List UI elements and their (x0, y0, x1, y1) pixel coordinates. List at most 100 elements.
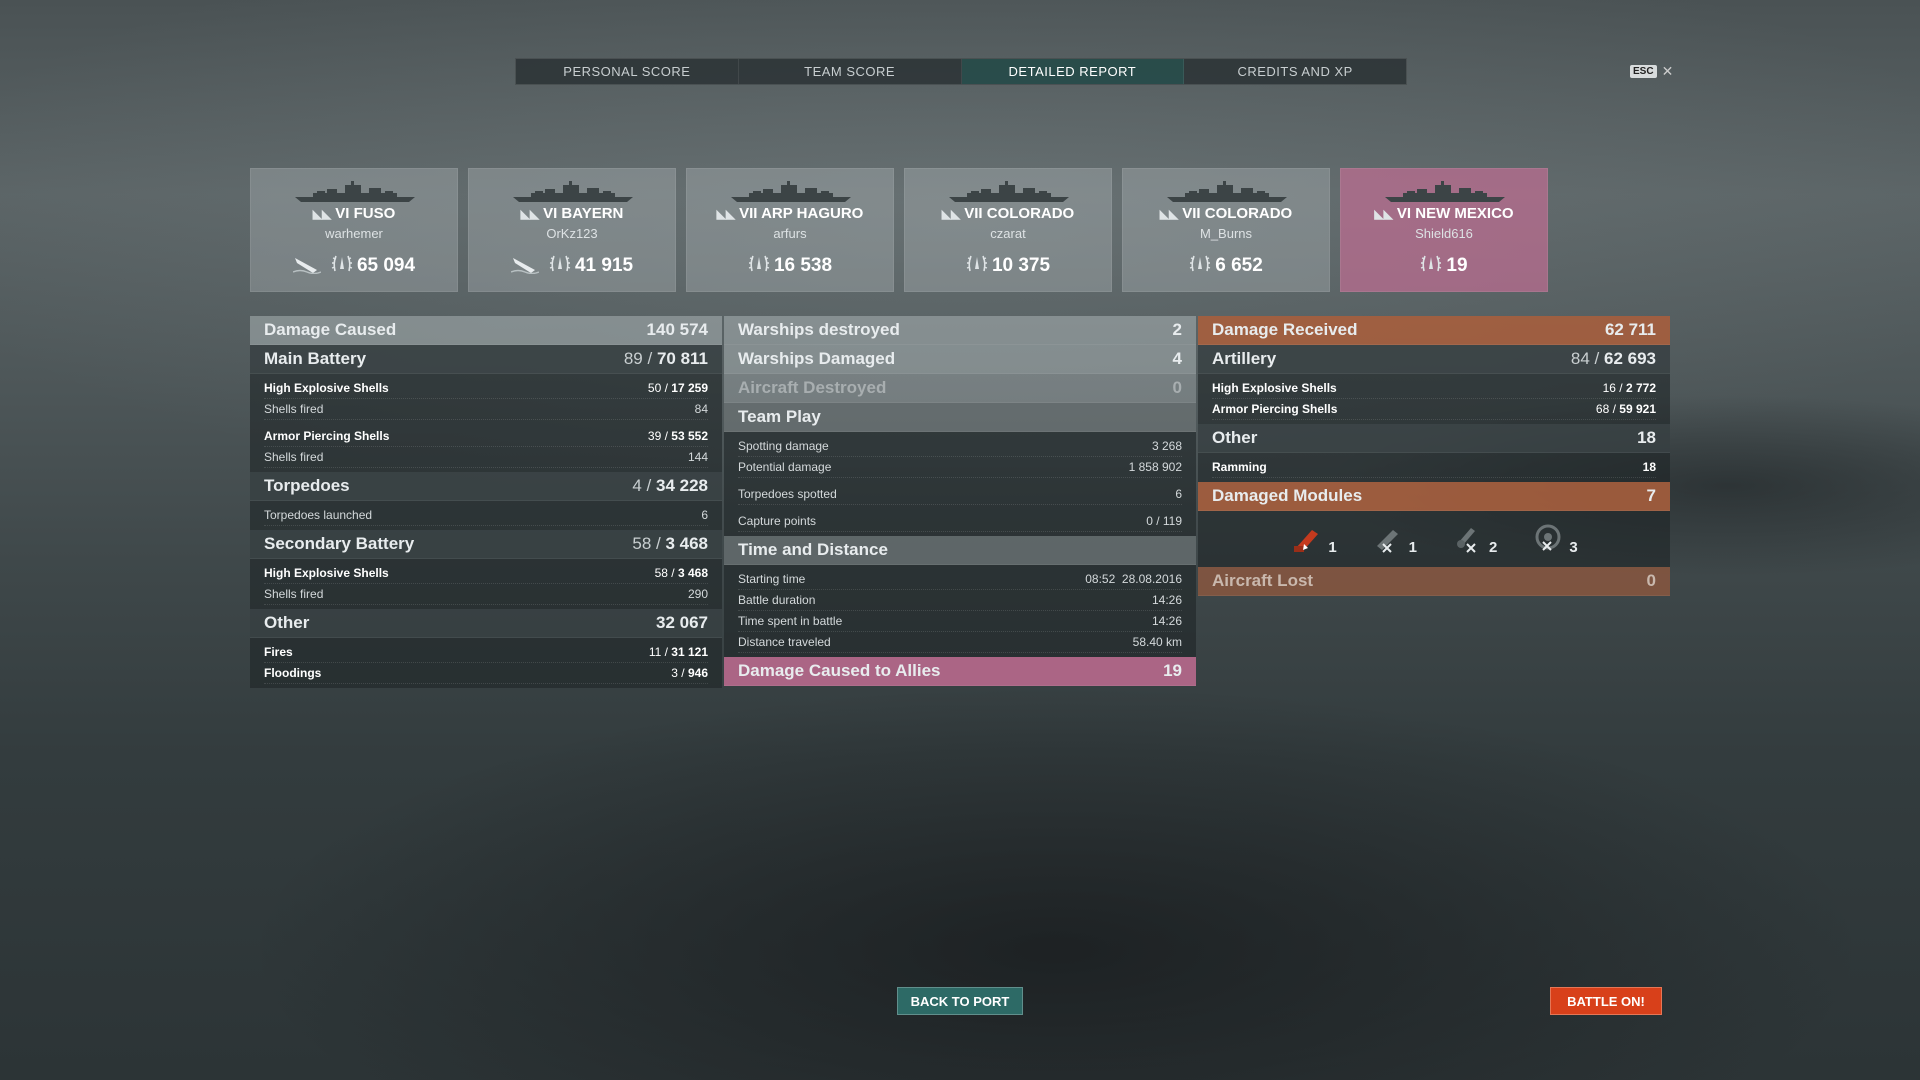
ship-class-icon: ◣◣ (520, 207, 540, 221)
ship-damage-value: 6 652 (1215, 255, 1263, 276)
module-item-aa: 2 (1451, 522, 1497, 556)
damage-caused-panel: Damage Caused 140 574 Main Battery 89 / … (250, 316, 722, 688)
ship-damage-value: 65 094 (356, 255, 416, 276)
ship-damage: 65 094 (331, 253, 415, 279)
module-item-secondary: 1 (1371, 522, 1417, 556)
ship-tier: VII (964, 205, 983, 222)
artillery-header: Artillery 84 / 62 693 (1198, 345, 1670, 374)
tab-credits-and-xp[interactable]: CREDITS AND XP (1184, 59, 1406, 84)
ship-card[interactable]: ◣◣ VII COLORADO M_Burns 6 652 (1122, 168, 1330, 292)
secondary-fired-row: Shells fired 290 (264, 584, 708, 605)
ap-fired-row: Shells fired 144 (264, 447, 708, 468)
ship-name: COLORADO (1204, 205, 1293, 222)
ship-sunk-icon (292, 254, 322, 279)
damage-wreath-icon (331, 253, 353, 279)
module-item-torpedo: 3 (1531, 522, 1578, 556)
received-he-row: High Explosive Shells 16 / 2 772 (1212, 378, 1656, 399)
aircraft-lost-header: Aircraft Lost 0 (1198, 567, 1670, 596)
damage-received-header: Damage Received 62 711 (1198, 316, 1670, 345)
ap-shells-row: Armor Piercing Shells 39 / 53 552 (264, 426, 708, 447)
secondary-rows: High Explosive Shells 58 / 3 468 Shells f… (250, 559, 722, 609)
ship-title: ◣◣ VI FUSO (251, 205, 457, 222)
player-name: OrKz123 (546, 226, 598, 241)
ship-damage: 41 915 (549, 253, 633, 279)
close-icon: ✕ (1661, 63, 1674, 79)
artillery-rows: High Explosive Shells 16 / 2 772 Armor Pi… (1198, 374, 1670, 424)
damaged-modules-list: 1 1 2 3 (1198, 511, 1670, 567)
ship-sunk-icon (510, 254, 540, 279)
ship-damage: 19 (1420, 253, 1468, 279)
other-rows: Fires 11 / 31 121 Floodings 3 / 946 (250, 638, 722, 688)
ship-card[interactable]: ◣◣ VI BAYERN OrKz123 41 915 (468, 168, 676, 292)
ship-tier: VII (1182, 205, 1201, 222)
ship-title: ◣◣ VII ARP HAGURO (687, 205, 893, 222)
tab-personal-score[interactable]: PERSONAL SCORE (516, 59, 739, 84)
capture-points-row: Capture points 0 / 119 (738, 511, 1182, 532)
ship-damage-row: 6 652 (1123, 253, 1329, 279)
starting-time-row: Starting time 08:52 28.08.2016 (738, 569, 1182, 590)
team-play-rows: Spotting damage 3 268 Potential damage 1 8… (724, 432, 1196, 536)
ship-name: FUSO (353, 205, 396, 222)
he-shells-row: High Explosive Shells 50 / 17 259 (264, 378, 708, 399)
damage-wreath-icon (748, 253, 770, 279)
esc-key-label: ESC (1630, 65, 1657, 78)
ship-card[interactable]: ◣◣ VII COLORADO czarat 10 375 (904, 168, 1112, 292)
module-item-guns: 1 (1290, 522, 1337, 556)
ship-name: COLORADO (986, 205, 1075, 222)
ship-card[interactable]: ◣◣ VII ARP HAGURO arfurs 16 538 (686, 168, 894, 292)
ship-card[interactable]: ◣◣ VI FUSO warhemer 65 094 (250, 168, 458, 292)
ship-damage-row: 65 094 (251, 253, 457, 279)
fires-row: Fires 11 / 31 121 (264, 642, 708, 663)
time-distance-header: Time and Distance (724, 536, 1196, 565)
damage-caused-value: 140 574 (646, 320, 708, 339)
ship-title: ◣◣ VII COLORADO (1123, 205, 1329, 222)
time-spent-row: Time spent in battle 14:26 (738, 611, 1182, 632)
ship-damage-row: 41 915 (469, 253, 675, 279)
ship-tier: VI (335, 205, 350, 222)
potential-damage-row: Potential damage 1 858 902 (738, 457, 1182, 478)
other-header: Other 32 067 (250, 609, 722, 638)
damage-wreath-icon (966, 253, 988, 279)
torpedoes-launched-row: Torpedoes launched 6 (264, 505, 708, 526)
damage-received-panel: Damage Received 62 711 Artillery 84 / 62 … (1198, 316, 1670, 596)
damage-to-allies-header: Damage Caused to Allies 19 (724, 657, 1196, 686)
combat-stats-panel: Warships destroyed 2 Warships Damaged 4 Ai… (724, 316, 1196, 686)
ship-damage-value: 41 915 (574, 255, 634, 276)
ship-tier: VI (1396, 205, 1412, 222)
main-battery-rows: High Explosive Shells 50 / 17 259 Shells … (250, 374, 722, 472)
ship-damage-row: 19 (1341, 253, 1547, 279)
spotting-damage-row: Spotting damage 3 268 (738, 436, 1182, 457)
torpedo-tube-damaged-icon (1535, 524, 1561, 551)
ship-damage-value: 19 (1446, 255, 1468, 276)
back-to-port-button[interactable]: BACK TO PORT (897, 987, 1023, 1015)
ship-title: ◣◣ VI BAYERN (469, 205, 675, 222)
player-name: warhemer (325, 226, 383, 241)
ship-damage-value: 16 538 (773, 255, 833, 276)
ship-name: NEW MEXICO (1415, 205, 1514, 222)
player-name: Shield616 (1415, 226, 1473, 241)
warships-destroyed-header: Warships destroyed 2 (724, 316, 1196, 345)
tab-team-score[interactable]: TEAM SCORE (739, 59, 962, 84)
player-name: M_Burns (1199, 226, 1253, 241)
secondary-gun-damaged-icon (1376, 530, 1398, 553)
he-fired-row: Shells fired 84 (264, 399, 708, 420)
aa-gun-damaged-icon (1457, 528, 1476, 553)
ship-class-icon: ◣◣ (312, 207, 332, 221)
damage-wreath-icon (549, 253, 571, 279)
ship-class-icon: ◣◣ (1159, 207, 1179, 221)
esc-close-button[interactable]: ESC ✕ (1630, 63, 1673, 80)
main-gun-damaged-icon (1294, 530, 1319, 552)
ship-class-icon: ◣◣ (941, 207, 961, 221)
floodings-row: Floodings 3 / 946 (264, 663, 708, 684)
ship-damage-row: 16 538 (687, 253, 893, 279)
ship-title: ◣◣ VII COLORADO (905, 205, 1111, 222)
time-distance-rows: Starting time 08:52 28.08.2016 Battle dur… (724, 565, 1196, 657)
ship-card[interactable]: ◣◣ VI NEW MEXICO Shield616 19 (1340, 168, 1548, 292)
ship-tier: VI (543, 205, 558, 222)
tab-detailed-report[interactable]: DETAILED REPORT (961, 59, 1185, 84)
ship-damage-value: 10 375 (991, 255, 1051, 276)
secondary-he-row: High Explosive Shells 58 / 3 468 (264, 563, 708, 584)
ship-tier: VII (739, 205, 758, 222)
warships-damaged-header: Warships Damaged 4 (724, 345, 1196, 374)
battle-on-button[interactable]: BATTLE ON! (1550, 987, 1662, 1015)
